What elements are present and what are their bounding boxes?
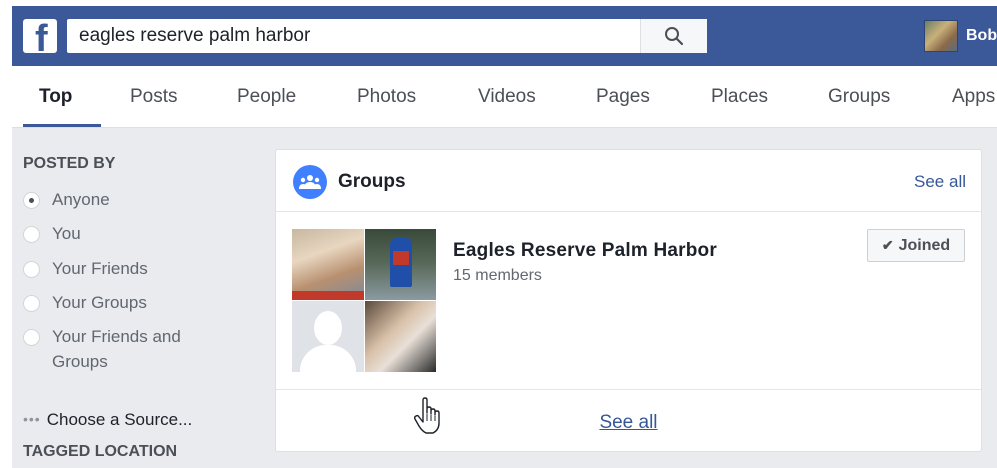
tab-pages[interactable]: Pages xyxy=(596,66,650,128)
filter-option-label: Your Friends and Groups xyxy=(52,327,181,371)
tab-videos[interactable]: Videos xyxy=(478,66,536,128)
group-member-count: 15 members xyxy=(453,267,542,284)
radio-icon[interactable] xyxy=(23,261,40,278)
see-all-bottom-link[interactable]: See all xyxy=(276,412,981,434)
group-photo-collage[interactable] xyxy=(292,229,436,372)
choose-source-link[interactable]: ••• Choose a Source... xyxy=(23,410,192,430)
check-icon: ✔ xyxy=(881,237,894,253)
group-member-photo xyxy=(365,301,436,372)
top-bar: f Bob xyxy=(12,6,997,66)
tab-people[interactable]: People xyxy=(237,66,296,128)
content-area: POSTED BY Anyone You Your Friends Your G… xyxy=(12,128,997,468)
group-member-photo xyxy=(292,229,364,300)
facebook-logo-icon[interactable]: f xyxy=(23,19,57,53)
radio-checked-icon[interactable] xyxy=(23,192,40,209)
user-avatar xyxy=(924,20,958,52)
filter-option-friends-and-groups[interactable]: Your Friends and Groups xyxy=(23,327,203,374)
default-profile-silhouette-icon xyxy=(292,301,364,372)
group-member-photo xyxy=(365,229,436,300)
choose-source-label: Choose a Source... xyxy=(46,410,193,429)
filter-option-your-friends[interactable]: Your Friends xyxy=(23,259,148,281)
card-title: Groups xyxy=(338,171,406,192)
search-input[interactable] xyxy=(67,19,639,53)
filter-option-label: Anyone xyxy=(52,190,110,209)
card-header: Groups See all xyxy=(276,150,981,212)
search-box xyxy=(67,19,707,53)
radio-icon[interactable] xyxy=(23,329,40,346)
groups-icon xyxy=(293,165,327,199)
tab-groups[interactable]: Groups xyxy=(828,66,890,128)
user-profile-link[interactable]: Bob xyxy=(924,20,997,52)
tab-photos[interactable]: Photos xyxy=(357,66,416,128)
tab-places[interactable]: Places xyxy=(711,66,768,128)
group-result-row[interactable]: Eagles Reserve Palm Harbor 15 members ✔ … xyxy=(276,212,981,390)
search-tabs: Top Posts People Photos Videos Pages Pla… xyxy=(12,66,997,128)
group-name-link[interactable]: Eagles Reserve Palm Harbor xyxy=(453,240,717,262)
tab-posts[interactable]: Posts xyxy=(130,66,178,128)
filter-option-anyone[interactable]: Anyone xyxy=(23,190,110,212)
posted-by-heading: POSTED BY xyxy=(23,155,116,172)
search-button[interactable] xyxy=(640,19,707,53)
see-all-groups-link[interactable]: See all xyxy=(914,172,966,192)
active-tab-indicator xyxy=(23,124,101,127)
filter-option-label: You xyxy=(52,224,81,243)
joined-button[interactable]: ✔ Joined xyxy=(867,229,965,262)
tab-top[interactable]: Top xyxy=(39,66,72,128)
filter-option-label: Your Friends xyxy=(52,259,148,278)
radio-icon[interactable] xyxy=(23,226,40,243)
joined-label: Joined xyxy=(898,236,951,254)
user-name: Bob xyxy=(966,27,997,44)
more-dots-icon: ••• xyxy=(23,411,41,427)
tagged-location-heading: TAGGED LOCATION xyxy=(23,443,178,460)
filter-option-your-groups[interactable]: Your Groups xyxy=(23,293,147,315)
search-icon xyxy=(665,27,684,46)
filter-option-you[interactable]: You xyxy=(23,224,81,246)
radio-icon[interactable] xyxy=(23,295,40,312)
filter-option-label: Your Groups xyxy=(52,293,147,312)
groups-results-card: Groups See all Eagles Reserve Palm Harbo… xyxy=(275,149,982,452)
tab-apps[interactable]: Apps xyxy=(952,66,995,128)
